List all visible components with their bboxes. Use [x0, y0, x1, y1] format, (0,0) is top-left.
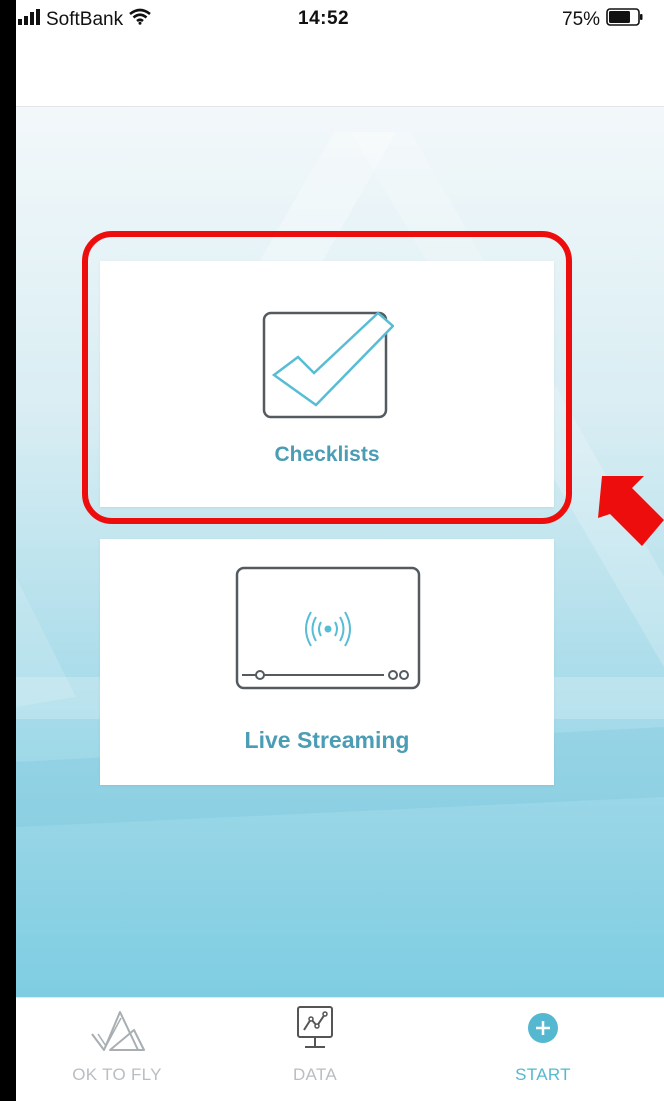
- ok-to-fly-icon: [91, 1011, 145, 1051]
- signal-icon: [18, 8, 40, 31]
- main-content: Checklists Live Streaming: [16, 107, 664, 997]
- carrier-group: SoftBank: [18, 8, 151, 31]
- tab-data[interactable]: DATA: [240, 998, 390, 1101]
- checklists-card[interactable]: Checklists: [100, 261, 554, 507]
- wifi-icon: [129, 8, 151, 31]
- tab-start[interactable]: START: [468, 998, 618, 1101]
- live-streaming-label: Live Streaming: [244, 727, 410, 753]
- checklists-label: Checklists: [274, 443, 380, 466]
- checklist-icon: [262, 311, 394, 419]
- status-bar: SoftBank 14:52 75%: [16, 0, 664, 44]
- phone-screen: SoftBank 14:52 75% Checklists Live Strea…: [16, 0, 664, 1101]
- plus-circle-icon: [528, 1013, 558, 1043]
- data-chart-icon: [297, 1006, 333, 1048]
- tab-ok-to-fly-label: OK TO FLY: [72, 1065, 162, 1084]
- tab-bar: OK TO FLY DATA START: [16, 997, 664, 1101]
- nav-bar: [16, 44, 664, 107]
- tab-ok-to-fly[interactable]: OK TO FLY: [42, 998, 192, 1101]
- battery-icon: [606, 8, 644, 32]
- tab-data-label: DATA: [292, 1065, 337, 1084]
- battery-percent: 75%: [562, 9, 601, 30]
- battery-group: 75%: [562, 8, 644, 32]
- red-arrow-icon: [598, 476, 664, 546]
- carrier-name: SoftBank: [46, 8, 124, 30]
- live-stream-icon: [235, 566, 421, 690]
- clock: 14:52: [298, 8, 350, 29]
- live-streaming-card[interactable]: Live Streaming: [100, 539, 554, 785]
- tab-start-label: START: [515, 1065, 571, 1084]
